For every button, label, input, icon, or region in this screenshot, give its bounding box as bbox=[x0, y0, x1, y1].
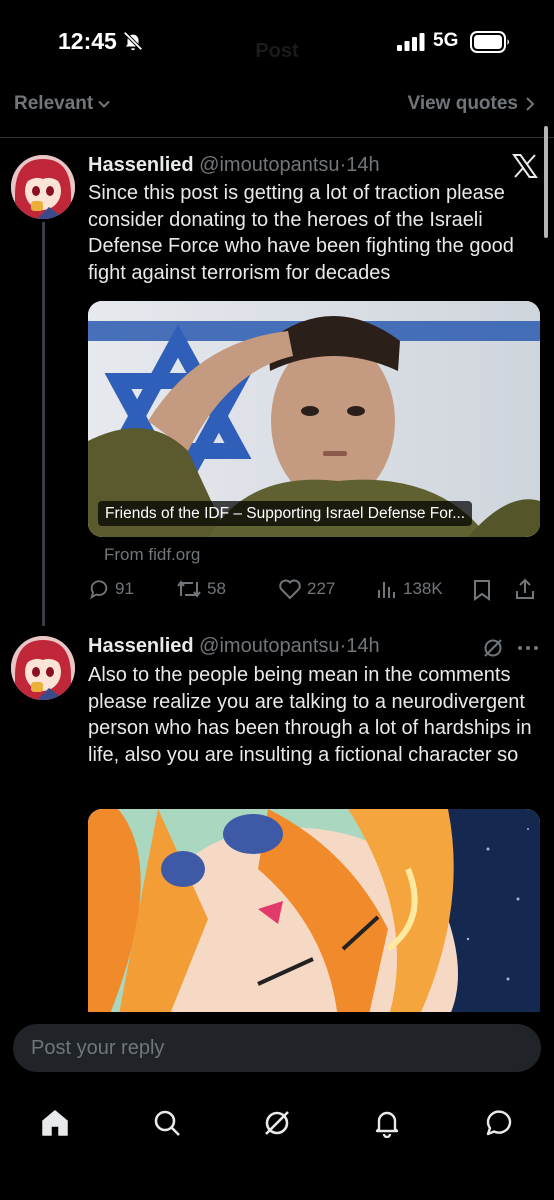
post-time: ·14h bbox=[339, 154, 380, 176]
notifications-icon bbox=[375, 1111, 399, 1138]
grok-icon[interactable] bbox=[482, 637, 504, 659]
reply-icon bbox=[90, 580, 108, 600]
like-icon bbox=[279, 579, 301, 600]
author-handle[interactable]: @imoutopantsu bbox=[199, 635, 339, 657]
reply-action[interactable]: 91 bbox=[88, 578, 134, 600]
link-source[interactable]: From fidf.org bbox=[104, 545, 200, 565]
post-text: Also to the people being mean in the com… bbox=[88, 664, 532, 766]
thread-line bbox=[42, 222, 45, 626]
reply-sort-bar: Relevant View quotes bbox=[0, 80, 554, 138]
repost-action[interactable]: 58 bbox=[176, 578, 226, 600]
nav-notifications[interactable] bbox=[362, 1098, 412, 1148]
author-handle[interactable]: @imoutopantsu bbox=[199, 154, 339, 176]
relevant-label: Relevant bbox=[14, 93, 94, 114]
scrollbar[interactable] bbox=[544, 126, 548, 238]
like-count: 227 bbox=[307, 579, 336, 598]
relevant-sort-button[interactable]: Relevant bbox=[14, 93, 111, 115]
bookmark-icon[interactable] bbox=[472, 579, 492, 601]
messages-icon bbox=[486, 1110, 512, 1136]
views-action[interactable]: 138K bbox=[376, 578, 443, 600]
post-header: Hassenlied @imoutopantsu·14h bbox=[88, 635, 380, 658]
nav-grok[interactable] bbox=[252, 1098, 302, 1148]
avatar[interactable] bbox=[11, 155, 75, 219]
post-image[interactable] bbox=[88, 809, 540, 1019]
view-quotes-label: View quotes bbox=[407, 93, 518, 114]
views-icon bbox=[378, 582, 395, 598]
link-card-title[interactable]: Friends of the IDF – Supporting Israel D… bbox=[98, 501, 473, 526]
reply-count: 91 bbox=[115, 579, 134, 598]
signal-icon bbox=[397, 33, 425, 51]
chevron-down-icon bbox=[98, 100, 110, 108]
like-action[interactable]: 227 bbox=[278, 578, 335, 600]
author-name[interactable]: Hassenlied bbox=[88, 154, 194, 176]
post-time: ·14h bbox=[339, 635, 380, 657]
status-bar: 12:45 Post 5G bbox=[0, 0, 554, 80]
search-icon bbox=[154, 1110, 180, 1136]
more-icon[interactable] bbox=[516, 644, 540, 652]
chevron-right-icon bbox=[526, 97, 535, 111]
battery-icon bbox=[470, 31, 509, 53]
repost-count: 58 bbox=[207, 579, 226, 598]
network-label: 5G bbox=[433, 30, 459, 51]
reply-composer bbox=[0, 1012, 554, 1088]
avatar[interactable] bbox=[11, 636, 75, 700]
author-name[interactable]: Hassenlied bbox=[88, 635, 194, 657]
reply-input[interactable] bbox=[13, 1024, 541, 1072]
nav-messages[interactable] bbox=[474, 1098, 524, 1148]
share-icon[interactable] bbox=[514, 578, 536, 600]
post-actions: 91 58 227 138K bbox=[88, 575, 540, 605]
x-logo-icon[interactable] bbox=[512, 153, 538, 179]
views-count: 138K bbox=[403, 579, 443, 598]
bottom-nav bbox=[0, 1088, 554, 1200]
view-quotes-button[interactable]: View quotes bbox=[407, 93, 536, 115]
home-icon bbox=[42, 1110, 68, 1136]
reply-input-wrapper[interactable] bbox=[13, 1024, 541, 1072]
repost-icon bbox=[177, 580, 201, 598]
nav-search[interactable] bbox=[142, 1098, 192, 1148]
post-header: Hassenlied @imoutopantsu·14h bbox=[88, 154, 380, 177]
nav-home[interactable] bbox=[30, 1098, 80, 1148]
grok-icon bbox=[265, 1111, 289, 1135]
post-text: Since this post is getting a lot of trac… bbox=[88, 182, 514, 284]
